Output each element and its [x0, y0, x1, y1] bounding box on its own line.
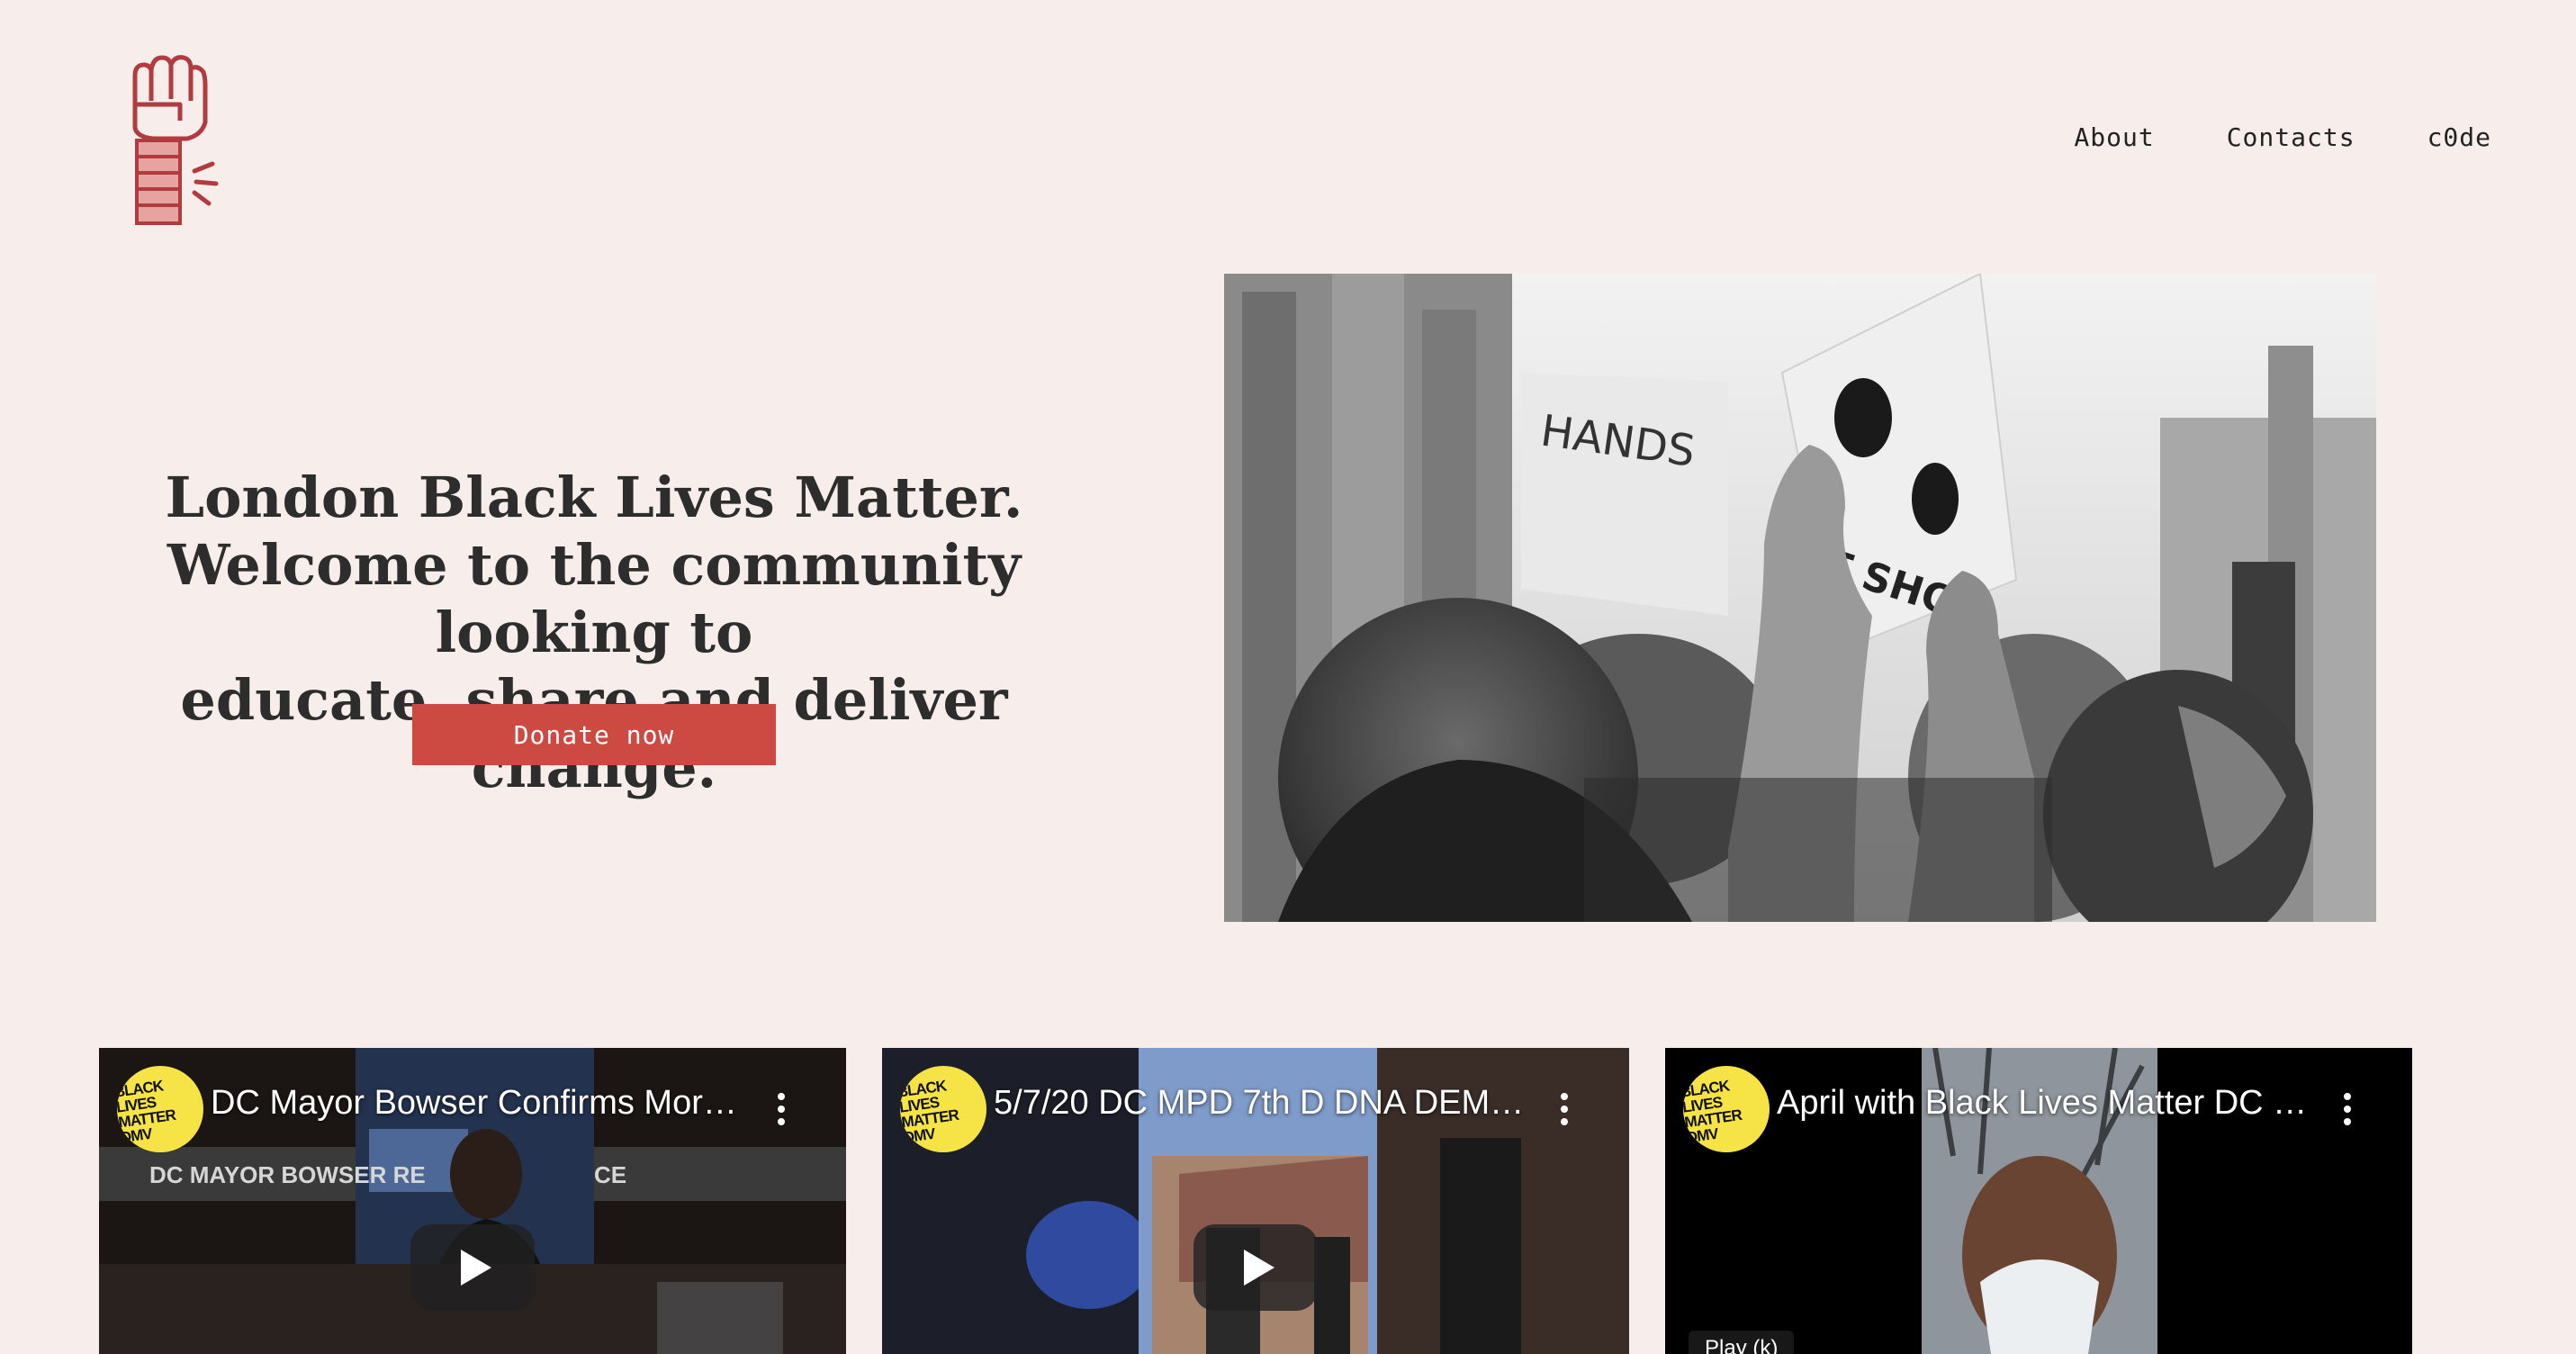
hero-heading-line-1: London Black Lives Matter. [165, 465, 1023, 530]
raised-fist-logo-icon[interactable] [115, 49, 223, 225]
hero-protest-photo: HANDS 'T SHOO [1224, 274, 2376, 922]
video-card-2[interactable]: BLACK LIVES MATTER DMV 5/7/20 DC MPD 7th… [882, 1048, 1629, 1354]
video-2-channel-avatar[interactable]: BLACK LIVES MATTER DMV [900, 1066, 986, 1152]
video-2-channel-logo: BLACK LIVES MATTER DMV [900, 1077, 959, 1147]
video-1-play-button[interactable] [410, 1224, 535, 1311]
video-2-more-icon[interactable] [1559, 1093, 1570, 1129]
video-3-channel-avatar[interactable]: BLACK LIVES MATTER DMV [1683, 1066, 1770, 1152]
video-card-3[interactable]: BLACK LIVES MATTER DMV April with Black … [1665, 1048, 2412, 1354]
video-1-channel-logo: BLACK LIVES MATTER DMV [117, 1077, 176, 1147]
video-1-channel-avatar[interactable]: BLACK LIVES MATTER DMV [117, 1066, 203, 1152]
video-1-overlay-text-2: CE [594, 1161, 626, 1188]
video-3-play-tooltip: Play (k) [1689, 1331, 1795, 1354]
nav-contacts-link[interactable]: Contacts [2227, 122, 2355, 152]
donate-button[interactable]: Donate now [412, 704, 776, 765]
main-nav: About Contacts c0de [2074, 122, 2491, 152]
video-3-channel-logo: BLACK LIVES MATTER DMV [1683, 1077, 1743, 1147]
nav-code-link[interactable]: c0de [2427, 122, 2491, 152]
hero-heading-line-2: Welcome to the community looking to [167, 532, 1022, 665]
video-card-1[interactable]: DC MAYOR BOWSER RE CE BLACK LIVES MATTER… [99, 1048, 846, 1354]
video-2-play-button[interactable] [1193, 1224, 1318, 1311]
video-1-overlay-text: DC MAYOR BOWSER RE [149, 1161, 426, 1188]
video-3-more-icon[interactable] [2342, 1093, 2353, 1129]
video-1-title[interactable]: DC Mayor Bowser Confirms More … [211, 1084, 751, 1123]
video-2-title[interactable]: 5/7/20 DC MPD 7th D DNA DEMA… [994, 1084, 1534, 1123]
video-3-title[interactable]: April with Black Lives Matter DC at … [1777, 1084, 2317, 1123]
video-1-more-icon[interactable] [776, 1093, 787, 1129]
nav-about-link[interactable]: About [2074, 122, 2154, 152]
